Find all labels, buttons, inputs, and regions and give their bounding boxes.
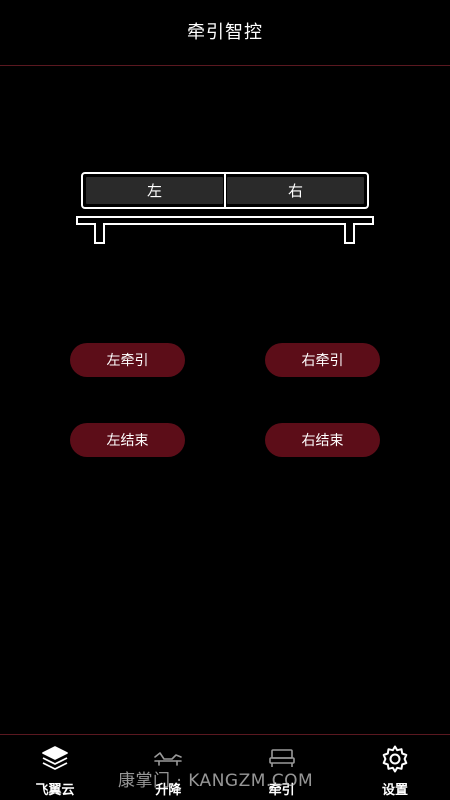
nav-item-cloud[interactable]: 飞翼云	[10, 735, 100, 800]
bottom-nav: 飞翼云 升降 牵引 设置	[0, 734, 450, 800]
mattress: 左 右	[81, 172, 369, 209]
left-traction-button[interactable]: 左牵引	[70, 343, 185, 377]
nav-item-settings[interactable]: 设置	[350, 735, 440, 800]
screen: 牵引智控 左 右 左牵引 右牵引 左结束 右结束 飞翼云 升降 牵引 设置 康掌…	[0, 0, 450, 800]
gear-icon	[382, 745, 408, 773]
left-end-button[interactable]: 左结束	[70, 423, 185, 457]
nav-label: 飞翼云	[35, 783, 75, 798]
bed-icon	[268, 749, 295, 767]
bed-leg-right	[344, 223, 355, 244]
bed-illustration: 左 右	[76, 172, 374, 246]
nav-item-lift[interactable]: 升降	[123, 735, 213, 800]
bed-leg-left	[94, 223, 105, 244]
bed-frame	[76, 216, 374, 225]
nav-label: 升降	[155, 783, 182, 798]
nav-label: 设置	[381, 783, 408, 798]
right-end-button[interactable]: 右结束	[265, 423, 380, 457]
page-title: 牵引智控	[187, 21, 263, 43]
header-bar: 牵引智控	[0, 0, 450, 66]
mattress-right-zone: 右	[227, 177, 364, 204]
mattress-divider	[224, 174, 226, 207]
nav-label: 牵引	[268, 783, 295, 798]
mattress-left-zone: 左	[86, 177, 223, 204]
layers-icon	[42, 746, 68, 770]
right-traction-button[interactable]: 右牵引	[265, 343, 380, 377]
adjustable-bed-icon	[154, 752, 183, 766]
nav-item-traction[interactable]: 牵引	[237, 735, 327, 800]
